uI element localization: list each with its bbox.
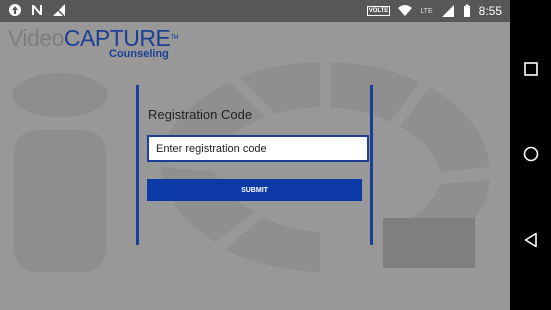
submit-button[interactable]: SUBMIT <box>147 179 362 201</box>
logo-video-text: Video <box>8 25 64 51</box>
cell-signal-icon <box>441 4 455 18</box>
status-bar-left <box>8 3 66 17</box>
square-icon <box>523 62 538 76</box>
status-bar-right: VOLTE LTE 8:55 <box>366 0 502 22</box>
status-bar: VOLTE LTE 8:55 <box>0 0 510 22</box>
back-button[interactable] <box>510 220 551 260</box>
upload-icon <box>8 3 22 17</box>
back-triangle-icon <box>524 232 537 248</box>
signal-off-icon <box>52 3 66 17</box>
logo-wordmark: VideoCAPTURETM <box>8 26 178 50</box>
left-divider-line <box>136 85 139 245</box>
home-button[interactable] <box>510 134 551 174</box>
videocapture-logo: VideoCAPTURETM Counseling <box>8 26 178 60</box>
clock: 8:55 <box>478 4 502 18</box>
registration-code-label: Registration Code <box>148 107 253 122</box>
right-divider-line <box>370 85 373 245</box>
logo-subtitle: Counseling <box>109 48 169 60</box>
app-screen: VideoCAPTURETM Counseling Registration C… <box>0 22 510 310</box>
wifi-icon <box>398 4 413 18</box>
registration-code-input[interactable] <box>147 135 369 162</box>
battery-icon <box>463 4 471 18</box>
background-logo-graphic <box>12 62 490 272</box>
circle-icon <box>523 146 538 162</box>
navigation-bar <box>510 0 551 310</box>
lte-label: LTE <box>420 7 433 15</box>
recent-apps-button[interactable] <box>510 49 551 89</box>
notification-n-icon <box>30 3 44 17</box>
volte-badge: VOLTE <box>366 6 391 16</box>
logo-tm: TM <box>170 35 178 41</box>
